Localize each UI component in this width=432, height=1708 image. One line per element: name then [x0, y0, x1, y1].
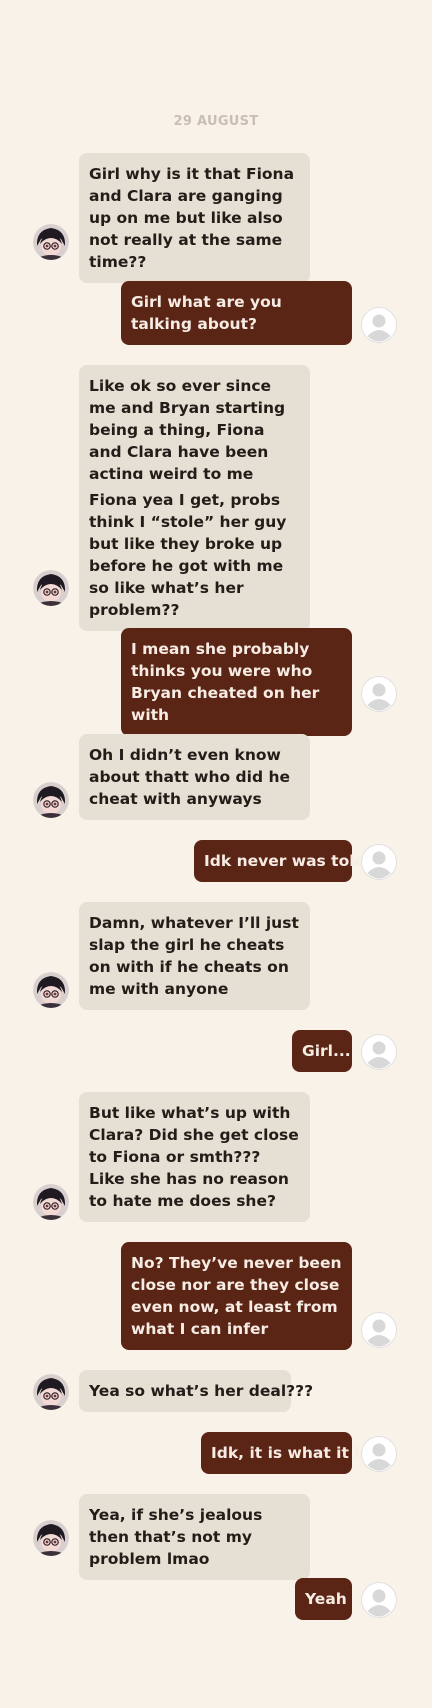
message-bubble-received[interactable]: Oh I didn’t even know about thatt who di… [79, 734, 310, 820]
message-bubble-sent[interactable]: I mean she probably thinks you were who … [121, 628, 352, 736]
message-bubble-received[interactable]: Girl why is it that Fiona and Clara are … [79, 153, 310, 283]
message-bubble-received[interactable]: Yea, if she’s jealous then that’s not my… [79, 1494, 310, 1580]
user-avatar[interactable] [361, 676, 397, 712]
message-bubble-received[interactable]: But like what’s up with Clara? Did she g… [79, 1092, 310, 1222]
message-bubble-received[interactable]: Damn, whatever I’ll just slap the girl h… [79, 902, 310, 1010]
contact-avatar[interactable] [33, 782, 69, 818]
message-bubble-received[interactable]: Fiona yea I get, probs think I “stole” h… [79, 479, 310, 631]
anime-character-avatar-icon [33, 570, 69, 606]
user-avatar[interactable] [361, 1312, 397, 1348]
default-user-avatar-icon [361, 1034, 397, 1070]
user-avatar[interactable] [361, 307, 397, 343]
message-bubble-received[interactable]: Like ok so ever since me and Bryan start… [79, 365, 310, 495]
default-user-avatar-icon [361, 307, 397, 343]
contact-avatar[interactable] [33, 1520, 69, 1556]
message-bubble-sent[interactable]: Yeah [295, 1578, 352, 1620]
user-avatar[interactable] [361, 1436, 397, 1472]
user-avatar[interactable] [361, 1582, 397, 1618]
contact-avatar[interactable] [33, 1374, 69, 1410]
message-bubble-sent[interactable]: Idk, it is what it is [201, 1432, 369, 1474]
anime-character-avatar-icon [33, 224, 69, 260]
contact-avatar[interactable] [33, 1184, 69, 1220]
message-bubble-sent[interactable]: Girl... [292, 1030, 352, 1072]
default-user-avatar-icon [361, 676, 397, 712]
message-bubble-sent[interactable]: Girl what are you talking about? [121, 281, 352, 345]
chat-screen[interactable]: 29 AUGUST Girl why is it that Fiona and … [0, 0, 432, 1708]
contact-avatar[interactable] [33, 570, 69, 606]
contact-avatar[interactable] [33, 972, 69, 1008]
message-bubble-received[interactable]: Yea so what’s her deal??? [79, 1370, 313, 1412]
anime-character-avatar-icon [33, 972, 69, 1008]
default-user-avatar-icon [361, 1582, 397, 1618]
anime-character-avatar-icon [33, 782, 69, 818]
date-separator: 29 AUGUST [173, 114, 259, 129]
anime-character-avatar-icon [33, 1520, 69, 1556]
message-bubble-sent[interactable]: Idk never was told [194, 840, 366, 882]
user-avatar[interactable] [361, 1034, 397, 1070]
default-user-avatar-icon [361, 1312, 397, 1348]
user-avatar[interactable] [361, 844, 397, 880]
default-user-avatar-icon [361, 1436, 397, 1472]
anime-character-avatar-icon [33, 1374, 69, 1410]
message-bubble-sent[interactable]: No? They’ve never been close nor are the… [121, 1242, 352, 1350]
anime-character-avatar-icon [33, 1184, 69, 1220]
contact-avatar[interactable] [33, 224, 69, 260]
default-user-avatar-icon [361, 844, 397, 880]
